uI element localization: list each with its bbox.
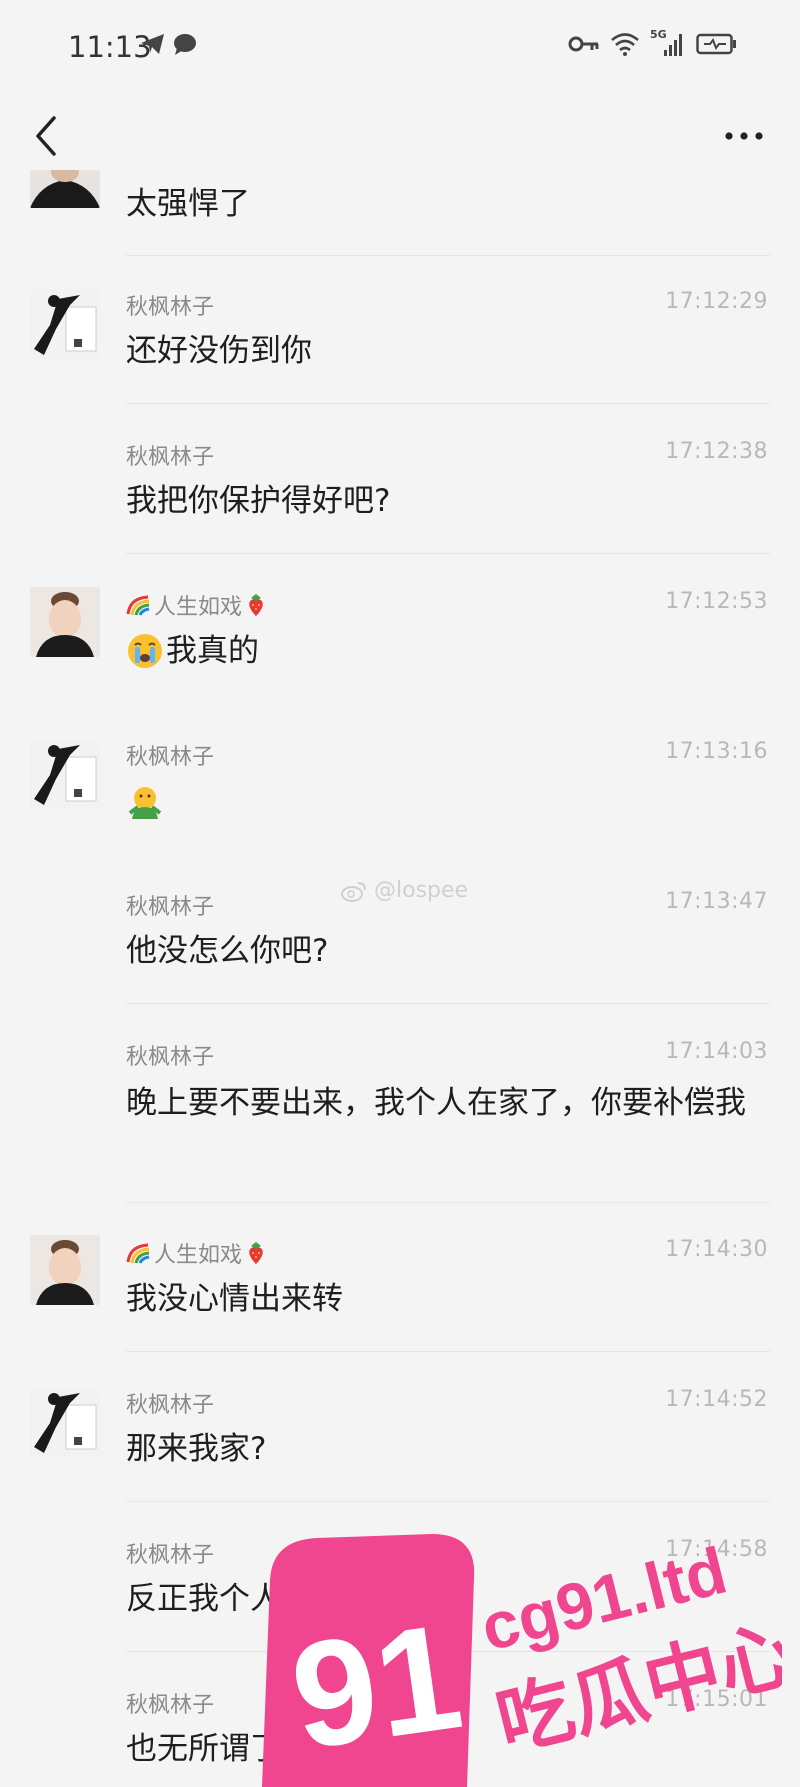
sender-name: 秋枫林子 — [126, 1693, 215, 1718]
rainbow-icon — [126, 595, 150, 616]
weibo-watermark: @lospee — [340, 878, 468, 903]
divider — [126, 1202, 770, 1203]
message-text: 那来我家? — [126, 1431, 267, 1467]
sender-name: 秋枫林子 — [126, 745, 215, 770]
user-avatar-icon — [30, 739, 100, 809]
promo-watermark: 91 cg91.ltd 吃瓜中心 — [262, 1520, 800, 1787]
promo-number: 91 — [282, 1591, 471, 1781]
strawberry-icon — [249, 1242, 263, 1264]
sender-name: 人生如戏 — [126, 589, 267, 621]
strawberry-icon — [249, 594, 263, 616]
message-time: 17:14:52 — [665, 1387, 768, 1412]
divider — [126, 1351, 770, 1352]
weibo-handle: @lospee — [374, 878, 469, 903]
divider — [126, 403, 770, 404]
user-avatar-icon — [30, 1387, 100, 1457]
message-time: 17:13:16 — [665, 739, 768, 764]
message-text: 我没心情出来转 — [126, 1281, 343, 1317]
rainbow-icon — [126, 1243, 150, 1264]
promo-badge: 91 cg91.ltd 吃瓜中心 — [262, 1533, 800, 1787]
message-time: 17:13:47 — [665, 889, 768, 914]
message-text: 还好没伤到你 — [126, 333, 312, 369]
message-body: 我真的 — [126, 627, 766, 675]
sender-name: 秋枫林子 — [126, 295, 215, 320]
divider — [126, 1003, 770, 1004]
sender-name: 秋枫林子 — [126, 895, 215, 920]
message-body — [126, 777, 766, 835]
avatar — [30, 739, 100, 809]
message-time: 17:12:38 — [665, 439, 768, 464]
chat-screen: 11:13 5G 太强悍了 秋枫林子 17:12:29 还好没伤到你 秋枫林子 … — [0, 0, 800, 1787]
message-time: 17:12:29 — [665, 289, 768, 314]
avatar — [30, 289, 100, 359]
sender-name: 秋枫林子 — [126, 1045, 215, 1070]
divider — [126, 1501, 770, 1502]
woman-avatar-icon — [30, 1235, 100, 1305]
avatar — [30, 587, 100, 657]
message-time: 17:14:30 — [665, 1237, 768, 1262]
message-text: 他没怎么你吧? — [126, 933, 329, 969]
message-text: 晚上要不要出来，我个人在家了，你要补偿我 — [126, 1085, 746, 1121]
avatar — [30, 1387, 100, 1457]
divider — [126, 255, 770, 256]
blushing-face-emoji-icon — [128, 787, 162, 819]
message-text: 太强悍了 — [126, 186, 250, 222]
divider — [126, 553, 770, 554]
user-avatar-icon — [30, 289, 100, 359]
message-time: 17:12:53 — [665, 589, 768, 614]
sender-name: 秋枫林子 — [126, 1393, 215, 1418]
avatar — [30, 1235, 100, 1305]
sender-name: 秋枫林子 — [126, 445, 215, 470]
message-time: 17:14:03 — [665, 1039, 768, 1064]
message-text: 我真的 — [166, 633, 259, 669]
message-text: 我把你保护得好吧? — [126, 483, 391, 519]
sender-name: 秋枫林子 — [126, 1543, 215, 1568]
weibo-icon — [341, 881, 366, 902]
crying-face-icon — [128, 634, 162, 668]
woman-avatar-icon — [30, 587, 100, 657]
avatar — [30, 170, 100, 208]
person-avatar-icon — [30, 170, 100, 208]
sender-name: 人生如戏 — [126, 1237, 267, 1269]
